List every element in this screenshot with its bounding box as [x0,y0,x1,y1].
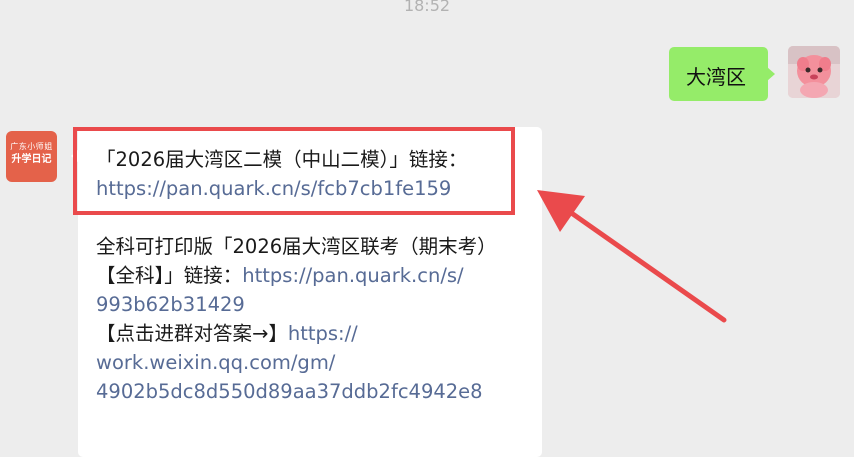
sender-avatar[interactable]: 广东小师姐 升学日记 [6,131,57,182]
message-timestamp: 18:52 [403,0,451,15]
sent-message-text: 大湾区 [686,65,746,89]
red-highlight-box [73,127,515,215]
group-link-part1[interactable]: https:// [288,322,358,345]
message-line-subject: 全科可打印版「2026届大湾区联考（期末考） [96,235,497,258]
group-link-part2[interactable]: work.weixin.qq.com/gm/ [96,348,542,377]
group-link-part3[interactable]: 4902b5dc8d550d89aa37ddb2fc4942e8 [96,377,542,406]
quark-link-2-part2[interactable]: 993b62b31429 [96,290,542,319]
quark-link-2-part1[interactable]: https://pan.quark.cn/s/ [242,264,463,287]
message-line-group: 【点击进群对答案→】https:// [96,319,542,348]
sent-message-bubble[interactable]: 大湾区 [669,47,775,101]
pink-character-avatar-image [788,46,840,98]
join-group-label: 【点击进群对答案→】 [96,322,288,345]
all-subjects-label: 【全科】」链接： [96,264,243,287]
sender-avatar-line2: 升学日记 [11,154,52,165]
self-avatar[interactable] [788,46,840,98]
sender-avatar-line1: 广东小师姐 [10,142,53,151]
message-line-all-subjects: 【全科】」链接：https://pan.quark.cn/s/ [96,261,542,290]
